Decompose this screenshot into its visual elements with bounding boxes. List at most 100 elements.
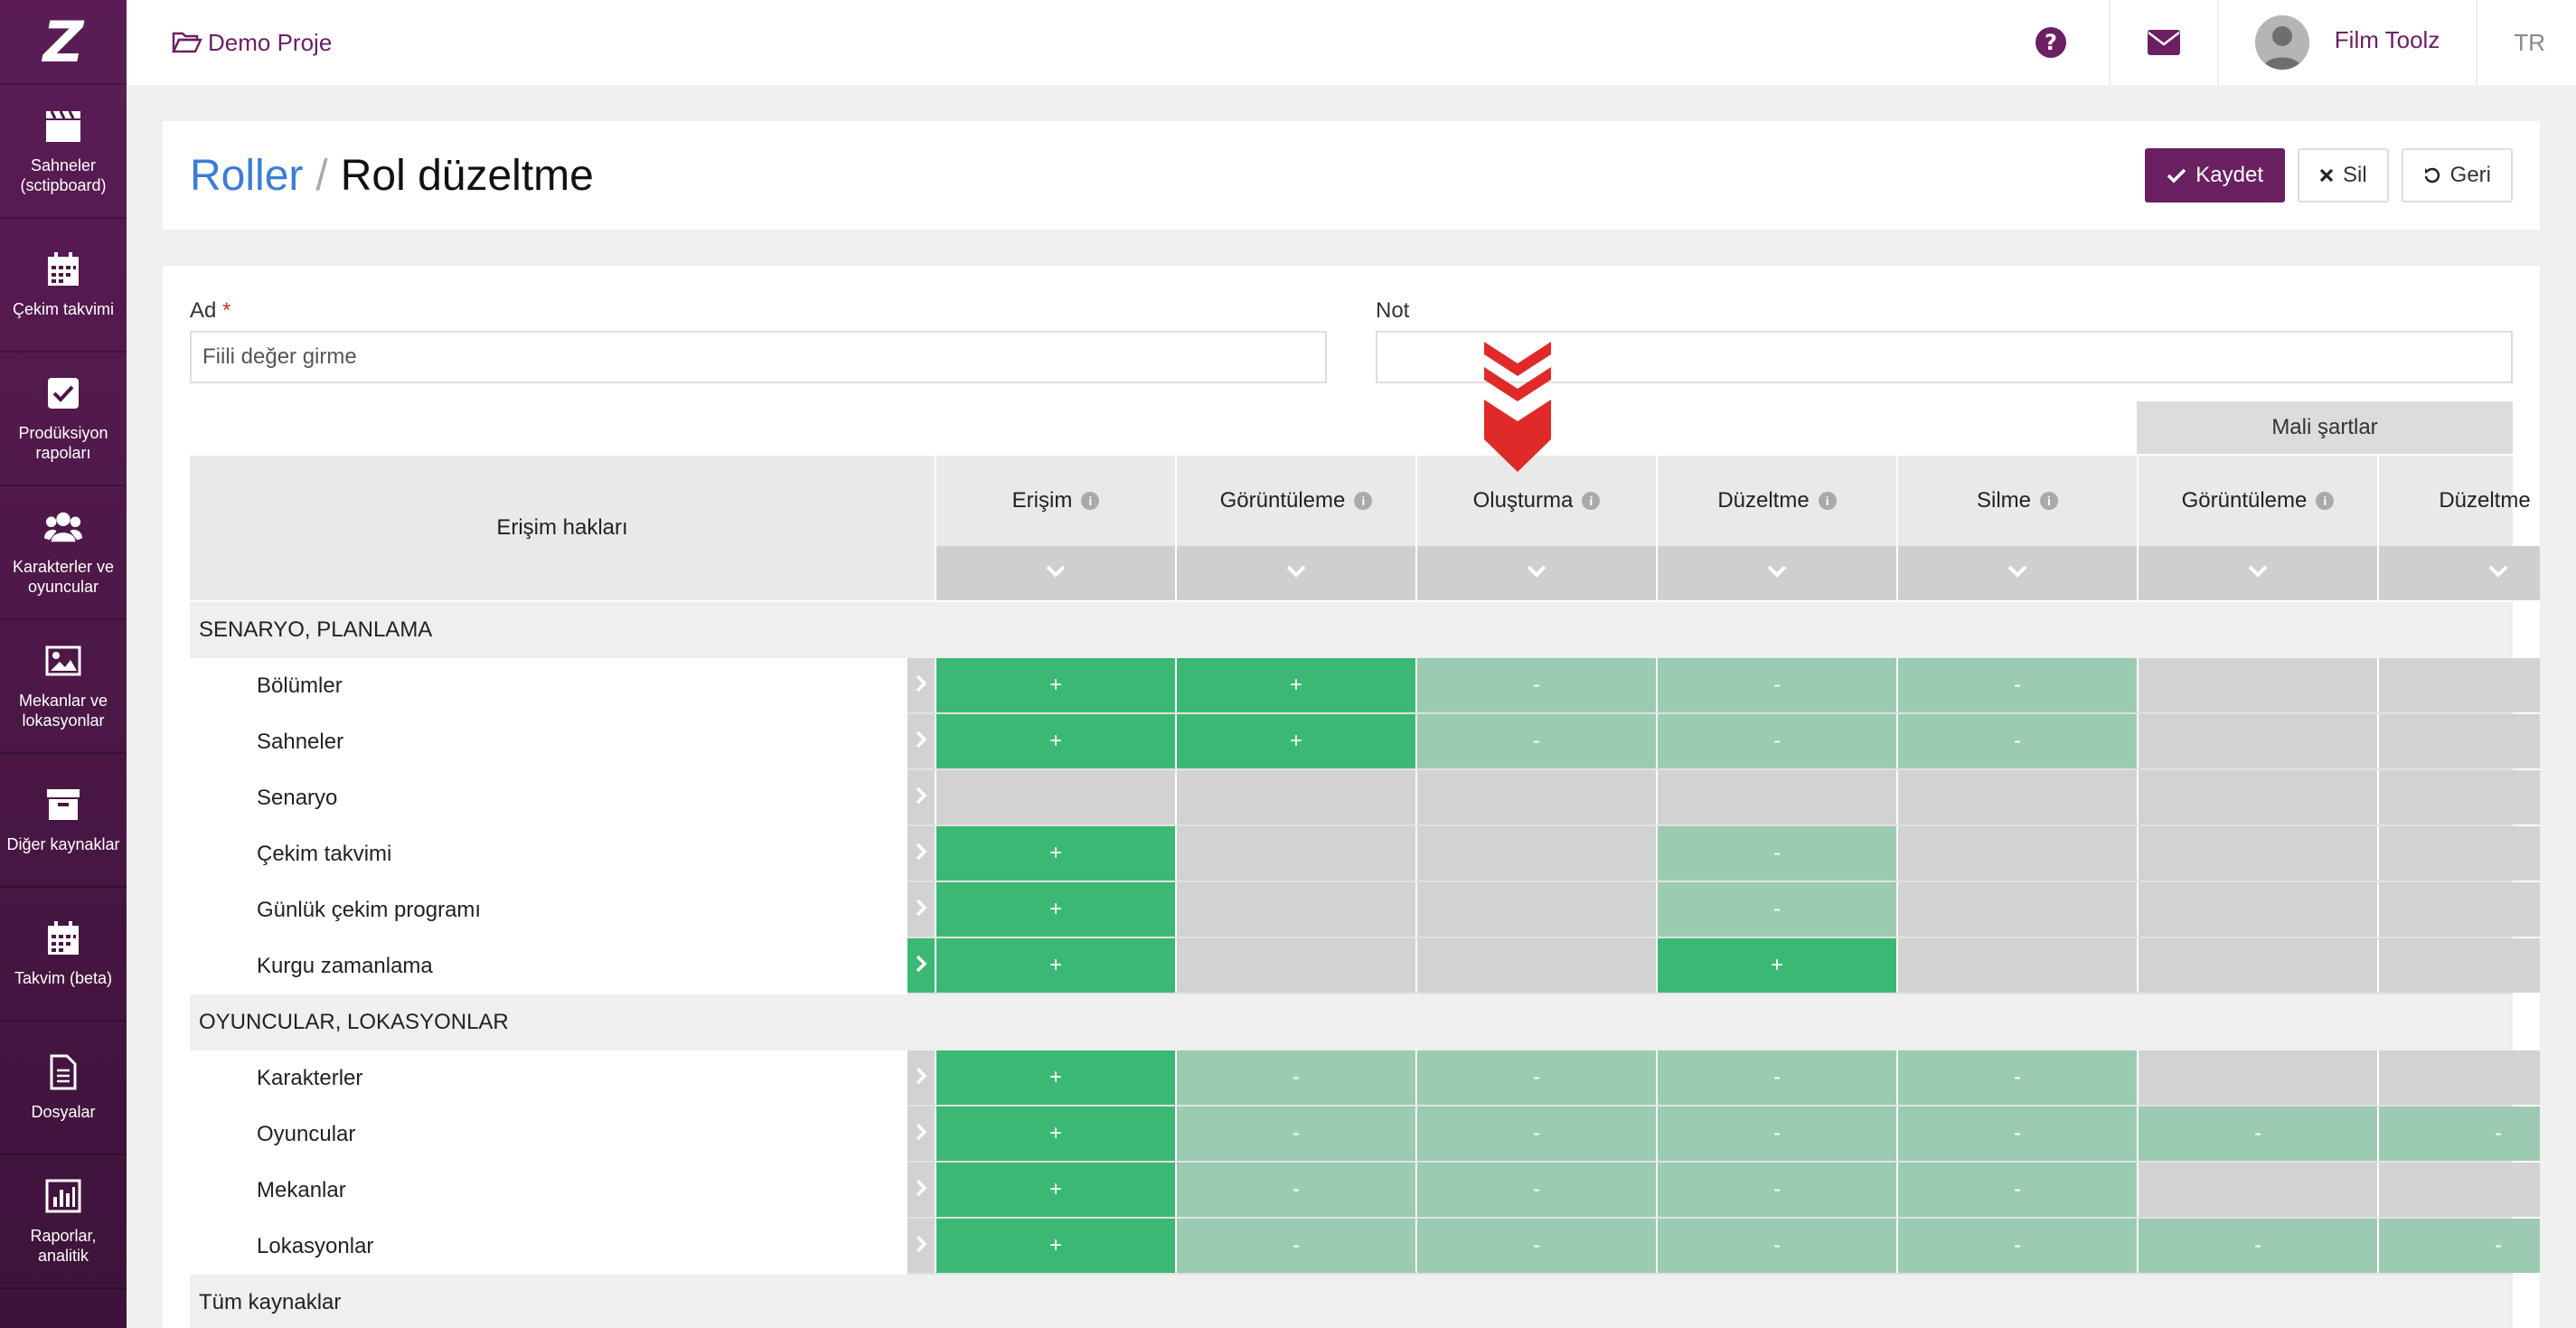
save-button[interactable]: Kaydet [2145,148,2285,202]
permission-cell[interactable]: - [1656,1107,1896,1161]
permission-cell[interactable]: + [1656,938,1896,993]
permission-cell[interactable] [2377,938,2540,993]
permission-cell[interactable]: - [1175,1050,1415,1105]
permission-cell[interactable]: - [1656,1050,1896,1105]
permission-cell[interactable]: + [935,658,1175,712]
sidebar-item-2[interactable]: Prodüksiyon rapoları [0,353,127,486]
permission-cell[interactable]: - [1896,658,2137,712]
permission-cell[interactable]: - [1415,658,1656,712]
permission-cell[interactable]: - [1415,1163,1656,1217]
permission-cell[interactable]: + [935,1219,1175,1273]
permission-cell[interactable]: - [1656,882,1896,937]
sidebar-item-3[interactable]: Karakterler ve oyuncular [0,486,127,620]
help-button[interactable]: ? [1993,0,2109,85]
permission-cell[interactable]: + [935,826,1175,881]
project-link[interactable]: Demo Proje [172,29,332,57]
permission-cell[interactable] [2377,826,2540,881]
info-icon[interactable]: i [1582,492,1601,510]
permission-cell[interactable]: - [2377,1219,2540,1273]
permission-cell[interactable] [2137,770,2377,824]
permission-cell[interactable] [2377,882,2540,937]
row-expand-button[interactable] [907,1050,935,1105]
sidebar-item-7[interactable]: Dosyalar [0,1022,127,1155]
column-filter-toggle[interactable] [2379,546,2540,600]
permission-cell[interactable]: - [1175,1107,1415,1161]
permission-cell[interactable]: - [2137,1107,2377,1161]
column-filter-toggle[interactable] [1898,546,2137,600]
permission-cell[interactable] [2377,714,2540,768]
permission-cell[interactable]: + [935,714,1175,768]
permission-cell[interactable] [2137,714,2377,768]
permission-cell[interactable] [2137,1163,2377,1217]
name-input[interactable]: Fiili değer girme [190,331,1327,383]
permission-cell[interactable] [1896,826,2137,881]
permission-cell[interactable] [1175,938,1415,993]
info-icon[interactable]: i [1818,492,1837,510]
permission-cell[interactable] [2377,1050,2540,1105]
permission-cell[interactable]: - [1896,1107,2137,1161]
breadcrumb-roles-link[interactable]: Roller [190,151,303,201]
permission-cell[interactable]: - [1175,1163,1415,1217]
permission-cell[interactable]: + [935,1050,1175,1105]
permission-cell[interactable]: - [1896,1163,2137,1217]
permission-cell[interactable]: - [1896,1050,2137,1105]
permission-cell[interactable]: - [1175,1219,1415,1273]
info-icon[interactable]: i [1081,492,1100,510]
row-expand-button[interactable] [907,1219,935,1273]
sidebar-item-8[interactable]: Raporlar, analitik [0,1155,127,1289]
permission-cell[interactable]: - [1415,714,1656,768]
row-expand-button[interactable] [907,770,935,824]
permission-cell[interactable] [1175,882,1415,937]
column-filter-toggle[interactable] [1417,546,1656,600]
permission-cell[interactable] [1896,770,2137,824]
row-expand-button[interactable] [907,714,935,768]
row-expand-button[interactable] [907,1107,935,1161]
permission-cell[interactable] [1175,826,1415,881]
permission-cell[interactable]: - [1656,826,1896,881]
permission-cell[interactable]: - [1415,1219,1656,1273]
permission-cell[interactable] [2377,770,2540,824]
user-menu[interactable]: Film Toolz [2216,0,2477,85]
sidebar-item-5[interactable]: Diğer kaynaklar [0,754,127,888]
language-switch[interactable]: TR [2476,0,2576,85]
permission-cell[interactable]: + [935,882,1175,937]
messages-button[interactable] [2108,0,2217,85]
permission-cell[interactable]: + [935,1163,1175,1217]
row-expand-button[interactable] [907,938,935,993]
permission-cell[interactable]: - [1656,714,1896,768]
app-logo[interactable]: Z [0,0,127,85]
permission-cell[interactable] [2137,826,2377,881]
permission-cell[interactable] [1896,938,2137,993]
sidebar-item-6[interactable]: Takvim (beta) [0,888,127,1022]
permission-cell[interactable] [1415,826,1656,881]
permission-cell[interactable] [2137,882,2377,937]
permission-cell[interactable]: - [1415,1050,1656,1105]
permission-cell[interactable]: - [1656,1163,1896,1217]
permission-cell[interactable]: - [2137,1219,2377,1273]
permission-cell[interactable] [2137,658,2377,712]
permission-cell[interactable] [1415,882,1656,937]
permission-cell[interactable]: - [1656,1219,1896,1273]
permission-cell[interactable]: - [1896,714,2137,768]
permission-cell[interactable] [1415,770,1656,824]
row-expand-button[interactable] [907,1163,935,1217]
permission-cell[interactable]: + [1175,658,1415,712]
back-button[interactable]: Geri [2401,148,2513,202]
row-expand-button[interactable] [907,658,935,712]
permission-cell[interactable]: - [2377,1107,2540,1161]
permission-cell[interactable] [1896,882,2137,937]
permission-cell[interactable] [2377,658,2540,712]
permission-cell[interactable] [2377,1163,2540,1217]
column-filter-toggle[interactable] [2139,546,2377,600]
info-icon[interactable]: i [1354,492,1373,510]
row-expand-button[interactable] [907,826,935,881]
permission-cell[interactable] [2137,938,2377,993]
permission-cell[interactable] [1656,770,1896,824]
info-icon[interactable]: i [2316,492,2335,510]
permission-cell[interactable] [1415,938,1656,993]
permission-cell[interactable]: + [935,938,1175,993]
permission-cell[interactable]: - [1656,658,1896,712]
column-filter-toggle[interactable] [936,546,1175,600]
sidebar-item-1[interactable]: Çekim takvimi [0,219,127,353]
row-expand-button[interactable] [907,882,935,937]
